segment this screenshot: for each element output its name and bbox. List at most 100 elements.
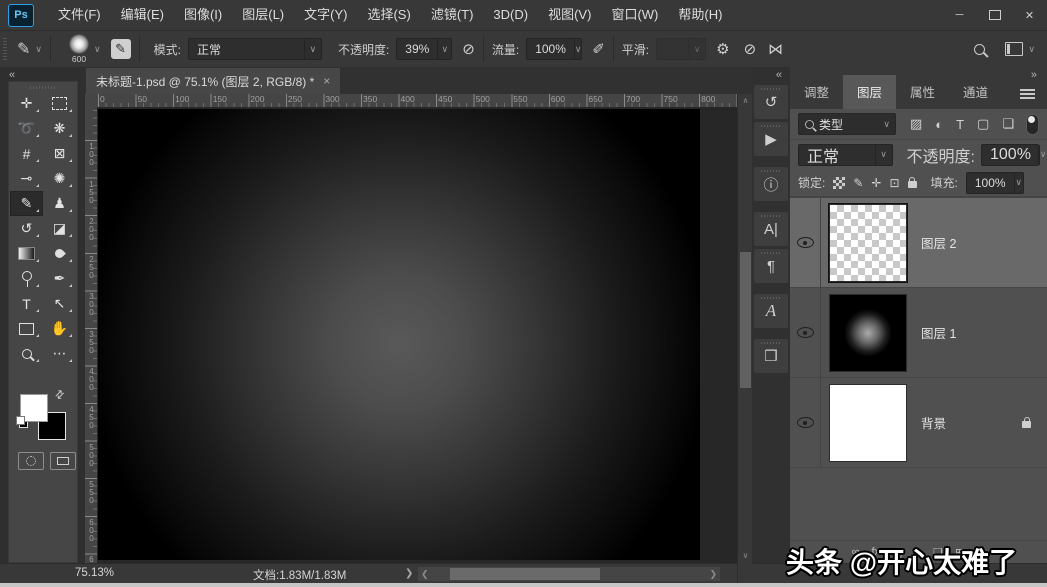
collapse-tools-icon[interactable]: «: [9, 69, 15, 81]
layer-row-0[interactable]: 图层 2: [790, 198, 1047, 288]
layer-visibility-toggle[interactable]: [790, 288, 821, 377]
lock-transparency-icon[interactable]: [833, 177, 845, 189]
blur-tool[interactable]: [43, 241, 76, 266]
gradient-tool[interactable]: [10, 241, 43, 266]
filter-adjustment-icon[interactable]: ◐: [935, 117, 943, 132]
panel-tab-属性[interactable]: 属性: [896, 75, 949, 109]
filter-type-icon[interactable]: T: [956, 117, 964, 132]
document-canvas[interactable]: [98, 109, 700, 560]
menu-item-4[interactable]: 文字(Y): [294, 0, 357, 30]
layer-thumbnail[interactable]: [829, 384, 907, 462]
history-panel-icon[interactable]: ↺: [754, 85, 788, 119]
dodge-tool[interactable]: [10, 266, 43, 291]
pressure-opacity-icon[interactable]: ⊘: [462, 40, 475, 58]
menu-item-1[interactable]: 编辑(E): [111, 0, 174, 30]
horizontal-scroll-thumb[interactable]: [450, 568, 600, 580]
filter-image-icon[interactable]: ▨: [910, 116, 922, 132]
eraser-tool[interactable]: ◪: [43, 216, 76, 241]
document-tab[interactable]: 未标题-1.psd @ 75.1% (图层 2, RGB/8) * ×: [86, 68, 340, 94]
layer-visibility-toggle[interactable]: [790, 378, 821, 467]
gear-icon[interactable]: ⚙: [716, 40, 729, 58]
scroll-up-icon[interactable]: ∧: [738, 96, 753, 106]
move-tool[interactable]: ✛: [10, 91, 43, 116]
hand-tool[interactable]: ✋: [43, 316, 76, 341]
toolbar-gripper[interactable]: [30, 86, 56, 89]
zoom-tool[interactable]: [10, 341, 43, 366]
close-document-icon[interactable]: ×: [323, 74, 330, 88]
brush-tool[interactable]: ✎: [10, 191, 43, 216]
panel-menu-icon[interactable]: [1020, 89, 1035, 91]
expand-panels-icon[interactable]: «: [776, 69, 782, 81]
canvas-viewport[interactable]: [97, 107, 737, 563]
actions-panel-icon[interactable]: ▶: [754, 122, 788, 156]
flow-dropdown[interactable]: 100% ∨: [526, 38, 582, 60]
lock-all-icon[interactable]: [908, 181, 917, 188]
layer-visibility-toggle[interactable]: [790, 198, 821, 287]
lock-artboard-icon[interactable]: ⊡: [889, 176, 899, 190]
scroll-left-icon[interactable]: ❮: [421, 569, 429, 580]
workspace-chevron-icon[interactable]: ∨: [1028, 44, 1035, 55]
minimize-button[interactable]: ─: [942, 0, 977, 30]
clone-stamp-tool[interactable]: ♟: [43, 191, 76, 216]
edit-toolbar-button[interactable]: ⋯: [43, 341, 76, 366]
menu-item-2[interactable]: 图像(I): [174, 0, 232, 30]
maximize-button[interactable]: [977, 0, 1012, 30]
layer-name[interactable]: 图层 2: [921, 233, 956, 252]
layer-thumbnail[interactable]: [829, 294, 907, 372]
opacity-dropdown[interactable]: 39% ∨: [396, 38, 452, 60]
toggle-brush-settings-icon[interactable]: ✎: [111, 39, 131, 59]
type-tool[interactable]: T: [10, 291, 43, 316]
brush-preset-chevron-icon[interactable]: ∨: [35, 44, 42, 55]
layer-row-1[interactable]: 图层 1: [790, 288, 1047, 378]
quick-selection-tool[interactable]: ❋: [43, 116, 76, 141]
blend-mode-dropdown[interactable]: 正常 ∨: [188, 38, 322, 60]
layer-name[interactable]: 背景: [921, 413, 946, 432]
filter-shape-icon[interactable]: ▢: [977, 116, 989, 132]
panel-tab-通道[interactable]: 通道: [949, 75, 1002, 109]
path-selection-tool[interactable]: ↖: [43, 291, 76, 316]
screen-mode-button[interactable]: [50, 452, 76, 470]
swap-colors-icon[interactable]: ⇄: [52, 387, 68, 403]
vertical-scrollbar[interactable]: ∧ ∨: [737, 94, 753, 563]
menu-item-9[interactable]: 窗口(W): [601, 0, 668, 30]
info-panel-icon[interactable]: ⓘ: [754, 167, 788, 201]
rectangular-marquee-tool[interactable]: [43, 91, 76, 116]
frame-tool[interactable]: ⊠: [43, 141, 76, 166]
quick-mask-button[interactable]: [18, 452, 44, 470]
scroll-down-icon[interactable]: ∨: [738, 551, 753, 561]
filter-smart-object-icon[interactable]: ❏: [1002, 116, 1014, 132]
workspace-switcher-icon[interactable]: [1005, 42, 1023, 56]
layer-filter-dropdown[interactable]: 类型 ∨: [798, 113, 896, 135]
lasso-tool[interactable]: ➰: [10, 116, 43, 141]
eyedropper-tool[interactable]: ⊸: [10, 166, 43, 191]
panel-tab-调整[interactable]: 调整: [790, 75, 843, 109]
panel-tab-图层[interactable]: 图层: [843, 75, 896, 109]
horizontal-scrollbar[interactable]: ❮ ❯: [418, 567, 720, 581]
scroll-right-icon[interactable]: ❯: [709, 569, 717, 580]
menu-item-7[interactable]: 3D(D): [483, 0, 538, 30]
crop-tool[interactable]: #: [10, 141, 43, 166]
lock-pixels-icon[interactable]: ✎: [853, 176, 863, 190]
glyphs-panel-icon[interactable]: A: [754, 294, 788, 328]
menu-item-8[interactable]: 视图(V): [538, 0, 601, 30]
vertical-scroll-thumb[interactable]: [740, 252, 751, 388]
menu-item-3[interactable]: 图层(L): [232, 0, 294, 30]
brush-size-chevron-icon[interactable]: ∨: [94, 44, 101, 55]
menu-item-6[interactable]: 滤镜(T): [421, 0, 484, 30]
close-button[interactable]: ✕: [1012, 0, 1047, 30]
menu-item-10[interactable]: 帮助(H): [668, 0, 732, 30]
brush-size-picker[interactable]: 600: [69, 34, 89, 64]
layer-row-2[interactable]: 背景: [790, 378, 1047, 468]
zoom-level-value[interactable]: 75.13%: [75, 567, 114, 579]
menu-item-5[interactable]: 选择(S): [357, 0, 420, 30]
airbrush-icon[interactable]: ✐: [592, 40, 605, 58]
menu-item-0[interactable]: 文件(F): [48, 0, 111, 30]
paragraph-panel-icon[interactable]: ¶: [754, 249, 788, 283]
rectangle-tool[interactable]: [10, 316, 43, 341]
search-icon[interactable]: [974, 44, 985, 55]
character-panel-icon[interactable]: A|: [754, 212, 788, 246]
3d-panel-icon[interactable]: ❒: [754, 339, 788, 373]
brush-preset-icon[interactable]: ✎: [17, 39, 30, 59]
paint-symmetry-icon[interactable]: ⋈: [768, 40, 783, 58]
layer-name[interactable]: 图层 1: [921, 323, 956, 342]
